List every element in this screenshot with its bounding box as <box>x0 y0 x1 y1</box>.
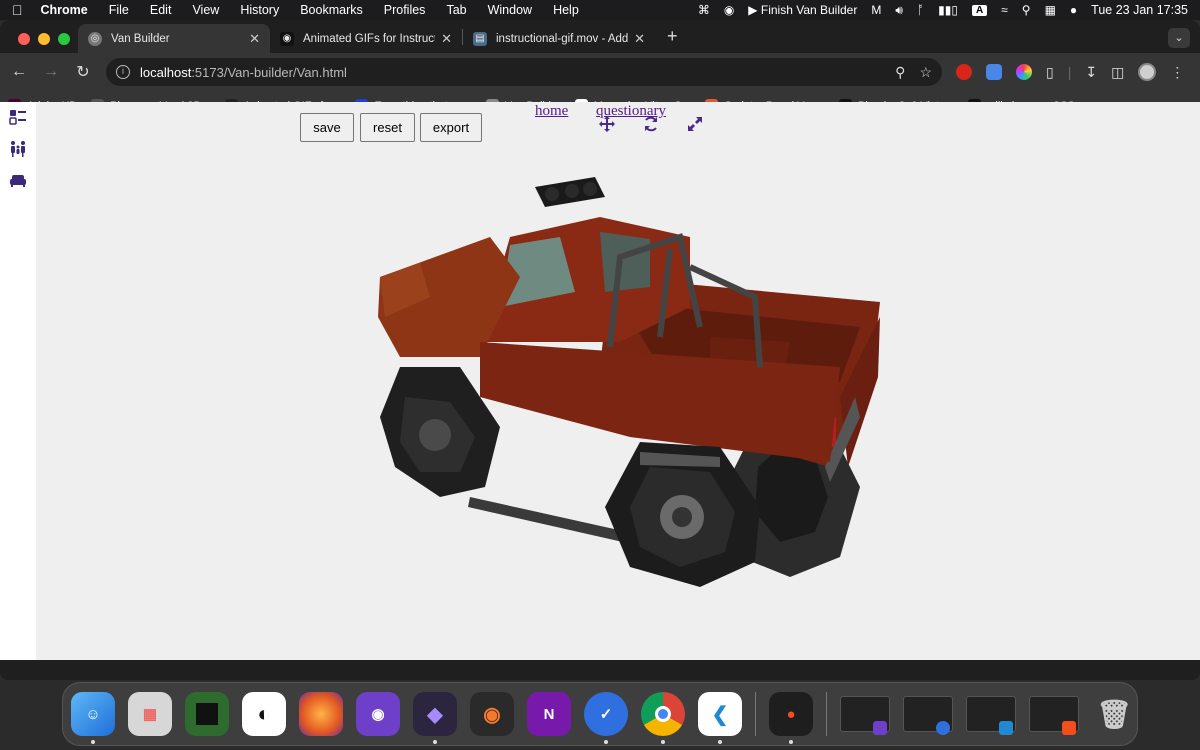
minimized-window[interactable] <box>903 696 953 735</box>
menu-bookmarks[interactable]: Bookmarks <box>300 3 363 17</box>
sofa-icon[interactable] <box>9 172 27 190</box>
input-source-badge[interactable]: A <box>971 4 988 16</box>
firefox-icon[interactable] <box>299 692 343 736</box>
tab-animated-gifs[interactable]: ◉ Animated GIFs for Instruction ✕ <box>270 24 462 53</box>
downloads-icon[interactable]: ↧ <box>1085 64 1097 81</box>
minecraft-icon[interactable] <box>185 692 229 736</box>
minimized-window[interactable] <box>840 696 890 735</box>
minimized-window[interactable] <box>966 696 1016 735</box>
expand-icon[interactable] <box>687 116 703 132</box>
menu-profiles[interactable]: Profiles <box>384 3 426 17</box>
fullscreen-window-button[interactable] <box>58 33 70 45</box>
trash-icon[interactable]: 🗑︎ <box>1092 692 1136 736</box>
dock: ☺ ▦ ◐ ◉ ◆ ◉ N ✓ ❮ ● 🗑︎ <box>62 682 1138 746</box>
github-icon: ◉ <box>280 31 294 46</box>
home-link[interactable]: home <box>535 103 568 120</box>
apple-menu-icon[interactable]:  <box>12 2 23 18</box>
url-path: :5173/Van-builder/Van.html <box>191 64 347 80</box>
menu-clock[interactable]: Tue 23 Jan 17:35 <box>1091 3 1188 17</box>
tab-title: Van Builder <box>111 32 170 45</box>
back-button[interactable]: ← <box>10 63 28 81</box>
forward-button[interactable]: → <box>42 63 60 81</box>
vscode-icon[interactable]: ❮ <box>698 692 742 744</box>
cursor-icon[interactable]: ◐ <box>242 692 286 736</box>
extensions-puzzle-icon[interactable]: ▯ <box>1046 64 1054 81</box>
siri-icon[interactable]: ● <box>1070 3 1077 17</box>
blender-icon[interactable]: ◉ <box>470 692 514 736</box>
menu-file[interactable]: File <box>109 3 129 17</box>
menu-view[interactable]: View <box>192 3 219 17</box>
figma-icon[interactable]: ● <box>769 692 813 744</box>
bluetooth-icon[interactable]: ᚩ <box>917 3 924 17</box>
tab-search-button[interactable]: ⌄ <box>1168 28 1190 48</box>
export-button[interactable]: export <box>420 113 482 142</box>
layout-icon[interactable] <box>9 108 27 126</box>
wifi-icon[interactable]: ≈ <box>1001 3 1008 17</box>
chrome-menu-icon[interactable]: ⋮ <box>1170 64 1184 81</box>
control-center-icon[interactable]: ▦ <box>1045 3 1056 17</box>
github-desktop-icon[interactable]: ◉ <box>356 692 400 736</box>
bookmark-star-icon[interactable]: ☆ <box>919 64 932 81</box>
side-panel-icon[interactable]: ◫ <box>1111 64 1124 81</box>
browser-toolbar: ← → ↻ i localhost:5173/Van-builder/Van.h… <box>0 53 1200 91</box>
hash-icon[interactable]: ⌘ <box>698 3 710 17</box>
sidebar <box>0 102 36 660</box>
page-viewport: save reset export home questionary <box>0 102 1200 660</box>
globe-icon: ◎ <box>88 31 102 46</box>
tab-strip: ◎ Van Builder ✕ ◉ Animated GIFs for Inst… <box>0 20 1200 53</box>
close-tab-icon[interactable]: ✕ <box>441 31 452 47</box>
menu-bar:  Chrome File Edit View History Bookmark… <box>0 0 1200 20</box>
move-icon[interactable] <box>599 116 615 132</box>
battery-icon[interactable]: ▮▮▯ <box>938 3 958 17</box>
onenote-icon[interactable]: N <box>527 692 571 736</box>
close-tab-icon[interactable]: ✕ <box>634 31 645 47</box>
dock-separator <box>755 692 756 736</box>
minimized-window[interactable] <box>1029 696 1079 735</box>
menu-history[interactable]: History <box>240 3 279 17</box>
extensions-area: ▯ | ↧ ◫ ⋮ <box>956 63 1184 81</box>
launchpad-icon[interactable]: ▦ <box>128 692 172 736</box>
dock-separator <box>826 692 827 736</box>
file-icon: ▤ <box>473 31 487 46</box>
tab-title: instructional-gif.mov - Add e <box>496 32 629 45</box>
reload-button[interactable]: ↻ <box>74 62 92 82</box>
rotate-icon[interactable] <box>643 116 659 132</box>
window-controls <box>18 33 70 45</box>
tab-title: Animated GIFs for Instruction <box>303 32 435 45</box>
new-tab-button[interactable]: + <box>667 26 678 47</box>
finder-icon[interactable]: ☺ <box>71 692 115 744</box>
menu-app-name[interactable]: Chrome <box>41 3 88 17</box>
menu-window[interactable]: Window <box>488 3 532 17</box>
things-icon[interactable]: ✓ <box>584 692 628 744</box>
tab-van-builder[interactable]: ◎ Van Builder ✕ <box>78 24 270 53</box>
malwarebytes-icon[interactable]: M <box>871 3 881 17</box>
tab-instructional-gif[interactable]: ▤ instructional-gif.mov - Add e ✕ <box>463 24 655 53</box>
obsidian-icon[interactable]: ◆ <box>413 692 457 744</box>
close-window-button[interactable] <box>18 33 30 45</box>
close-tab-icon[interactable]: ✕ <box>249 31 260 47</box>
translate-extension-icon[interactable] <box>986 64 1002 80</box>
adblock-extension-icon[interactable] <box>956 64 972 80</box>
status-title: Finish Van Builder <box>760 3 858 17</box>
zoom-icon[interactable]: ⚲ <box>895 64 905 81</box>
menu-help[interactable]: Help <box>553 3 579 17</box>
save-button[interactable]: save <box>300 113 354 142</box>
url-host: localhost <box>140 64 192 80</box>
color-picker-extension-icon[interactable] <box>1016 64 1032 80</box>
people-icon[interactable] <box>9 140 27 158</box>
screen-record-icon[interactable]: ◉ <box>724 3 734 17</box>
address-bar[interactable]: i localhost:5173/Van-builder/Van.html ⚲ … <box>106 58 942 86</box>
truck-3d-scene[interactable] <box>360 167 920 587</box>
light-bar <box>535 177 605 207</box>
profile-avatar[interactable] <box>1138 63 1157 81</box>
minimize-window-button[interactable] <box>38 33 50 45</box>
chrome-icon[interactable] <box>641 692 685 744</box>
status-focus-item[interactable]: ▶︎ Finish Van Builder <box>748 3 857 17</box>
site-info-icon[interactable]: i <box>116 65 130 79</box>
reset-button[interactable]: reset <box>360 113 415 142</box>
menu-tab[interactable]: Tab <box>446 3 466 17</box>
volume-icon[interactable]: 🔊︎ <box>895 3 903 18</box>
menu-edit[interactable]: Edit <box>150 3 172 17</box>
spotlight-icon[interactable]: ⚲ <box>1022 3 1031 17</box>
